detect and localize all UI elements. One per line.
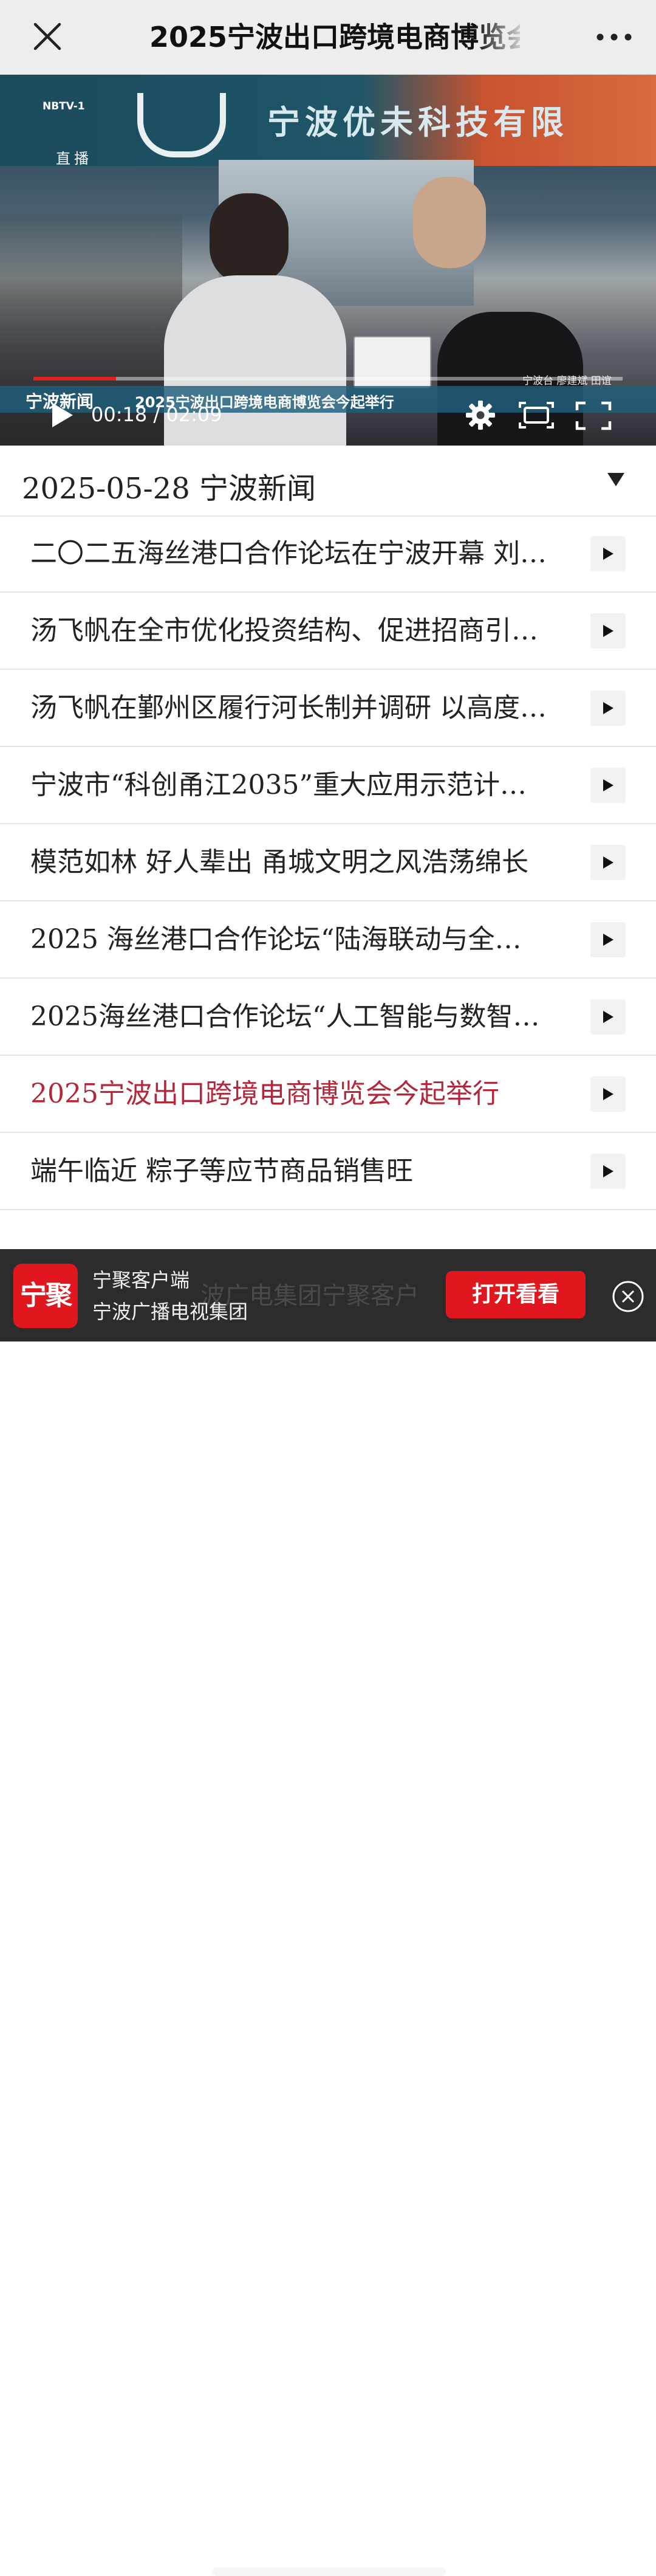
fullscreen-icon xyxy=(575,401,612,430)
video-frame-person xyxy=(413,177,486,268)
video-frame-person xyxy=(210,193,289,284)
channel-watermark: NBTV-1 xyxy=(43,100,85,112)
news-title: 汤飞帆在鄞州区履行河长制并调研 以高度… xyxy=(30,692,547,723)
video-progress-bar[interactable] xyxy=(33,377,623,381)
play-icon xyxy=(603,625,613,637)
news-play-button[interactable] xyxy=(590,613,626,649)
close-icon xyxy=(33,22,61,50)
date-selector[interactable]: 2025-05-28 宁波新闻 xyxy=(0,446,656,517)
close-circle-icon xyxy=(612,1281,644,1312)
more-icon xyxy=(596,33,632,41)
news-play-button[interactable] xyxy=(590,536,626,571)
news-title: 2025宁波出口跨境电商博览会今起举行 xyxy=(30,1078,499,1109)
news-list-item[interactable]: 宁波市“科创甬江2035”重大应用示范计… xyxy=(0,747,656,824)
booth-sign-text: 宁波优未科技有限 xyxy=(267,103,569,142)
home-indicator xyxy=(213,2567,446,2576)
news-play-button[interactable] xyxy=(590,845,626,880)
live-watermark: 直播 xyxy=(56,150,92,167)
news-list-item[interactable]: 汤飞帆在鄞州区履行河长制并调研 以高度… xyxy=(0,670,656,747)
pip-icon xyxy=(519,402,554,429)
news-list: 二〇二五海丝港口合作论坛在宁波开幕 刘… 汤飞帆在全市优化投资结构、促进招商引… 汤… xyxy=(0,515,656,1210)
news-list-item[interactable]: 汤飞帆在全市优化投资结构、促进招商引… xyxy=(0,593,656,670)
news-play-button[interactable] xyxy=(590,999,626,1035)
news-play-button[interactable] xyxy=(590,768,626,803)
play-icon xyxy=(603,702,613,714)
play-icon xyxy=(603,856,613,869)
banner-close-button[interactable] xyxy=(611,1279,645,1314)
news-list-item[interactable]: 2025海丝港口合作论坛“人工智能与数智… xyxy=(0,979,656,1056)
news-list-item[interactable]: 2025宁波出口跨境电商博览会今起举行 xyxy=(0,1056,656,1133)
news-list-item[interactable]: 模范如林 好人辈出 甬城文明之风浩荡绵长 xyxy=(0,824,656,901)
news-list-item[interactable]: 端午临近 粽子等应节商品销售旺 xyxy=(0,1133,656,1210)
top-navigation-bar: 2025宁波出口跨境电商博览会 xyxy=(0,0,656,75)
caret-down-icon xyxy=(607,473,624,486)
fullscreen-button[interactable] xyxy=(575,401,612,431)
app-logo: 宁聚 xyxy=(13,1264,78,1328)
play-icon xyxy=(603,779,613,791)
play-icon xyxy=(603,1011,613,1023)
play-icon xyxy=(603,934,613,946)
play-icon xyxy=(52,403,73,427)
play-icon xyxy=(603,1088,613,1100)
more-button[interactable] xyxy=(593,27,635,47)
news-title: 宁波市“科创甬江2035”重大应用示范计… xyxy=(30,770,527,801)
news-title: 2025海丝港口合作论坛“人工智能与数智… xyxy=(30,1001,540,1032)
video-time: 00:18 / 02:09 xyxy=(91,403,222,426)
news-list-item[interactable]: 二〇二五海丝港口合作论坛在宁波开幕 刘… xyxy=(0,515,656,593)
news-title: 二〇二五海丝港口合作论坛在宁波开幕 刘… xyxy=(30,538,547,569)
play-icon xyxy=(603,1165,613,1177)
page-title: 2025宁波出口跨境电商博览会 xyxy=(149,21,520,53)
date-label: 2025-05-28 宁波新闻 xyxy=(22,472,316,506)
video-frame-device xyxy=(354,336,431,388)
close-button[interactable] xyxy=(30,22,64,52)
news-title: 模范如林 好人辈出 甬城文明之风浩荡绵长 xyxy=(30,847,528,878)
gear-icon xyxy=(466,401,495,430)
play-button[interactable] xyxy=(49,401,75,430)
open-app-button[interactable]: 打开看看 xyxy=(446,1271,586,1318)
booth-logo xyxy=(137,93,226,157)
news-play-button[interactable] xyxy=(590,1076,626,1112)
video-player[interactable]: 宁波优未科技有限 NBTV-1 直播 宁波台 廖建斌 田谊 宁波新闻 2025宁… xyxy=(0,75,656,446)
news-title: 汤飞帆在全市优化投资结构、促进招商引… xyxy=(30,615,538,646)
dropdown-toggle[interactable] xyxy=(607,473,624,486)
play-icon xyxy=(603,548,613,560)
news-title: 2025 海丝港口合作论坛“陆海联动与全… xyxy=(30,924,522,955)
news-play-button[interactable] xyxy=(590,690,626,726)
settings-button[interactable] xyxy=(464,399,497,432)
app-organization: 宁波广播电视集团 xyxy=(92,1300,248,1323)
news-list-item[interactable]: 2025 海丝港口合作论坛“陆海联动与全… xyxy=(0,901,656,979)
news-play-button[interactable] xyxy=(590,1154,626,1189)
video-progress-fill xyxy=(33,377,116,381)
news-title: 端午临近 粽子等应节商品销售旺 xyxy=(30,1155,413,1186)
news-play-button[interactable] xyxy=(590,922,626,957)
app-name: 宁聚客户端 xyxy=(92,1269,190,1292)
picture-in-picture-button[interactable] xyxy=(518,399,555,431)
app-download-banner: 波广电集团宁聚客户 宁聚 宁聚客户端 宁波广播电视集团 打开看看 xyxy=(0,1249,656,2576)
